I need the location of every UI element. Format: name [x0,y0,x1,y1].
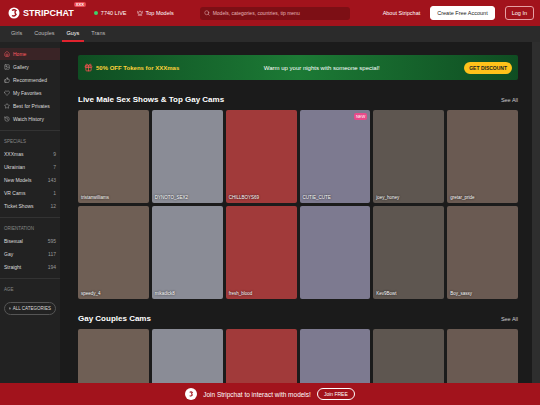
promo-tagline: Warm up your nights with someone special… [187,65,456,71]
logo-icon [8,7,20,19]
sidebar-item-icon [4,103,10,109]
model-card[interactable]: mikadick8 [152,206,223,299]
promo-banner[interactable]: 50% OFF Tokens for XXXmas Warm up your ni… [78,55,518,80]
model-name: speedy_4 [81,291,101,296]
sidebar-item-icon [4,90,10,96]
join-free-button[interactable]: Join FREE [317,388,355,400]
sidebar-item[interactable]: Watch History [0,113,60,125]
model-name: DYNOTO_SEX2 [155,195,188,200]
sidebar: HomeGalleryRecommendedMy FavoritesBest f… [0,42,60,405]
tab[interactable]: Girls [6,26,27,42]
search-icon [204,10,210,16]
new-badge: NEW [354,113,367,120]
model-name: tristanwilliams [81,195,109,200]
model-card[interactable]: NEW CUTIE_CUTE [300,110,371,203]
model-name: joey_honey [376,195,399,200]
sidebar-group-title: ORIENTATION [0,217,60,234]
join-bar: Join Stripchat to interact with models! J… [0,383,540,405]
model-name: CHILLBOYS69 [229,195,259,200]
sidebar-item[interactable]: Best for Privates [0,100,60,112]
model-card[interactable]: DYNOTO_SEX2 [152,110,223,203]
section-title: Gay Couples Cams [78,314,151,323]
sidebar-category[interactable]: New Models143 [0,174,60,186]
model-card[interactable]: gretar_pride [447,110,518,203]
crown-icon [137,10,143,16]
sidebar-category[interactable]: Straight194 [0,261,60,273]
all-categories-button[interactable]: ALL CATEGORIES [4,302,56,315]
logo-badge: XXX [74,2,86,7]
sidebar-item[interactable]: My Favorites [0,87,60,99]
sidebar-group-title: AGE [0,278,60,295]
model-card[interactable] [300,206,371,299]
model-card[interactable]: tristanwilliams [78,110,149,203]
section-title: Live Male Sex Shows & Top Gay Cams [78,95,224,104]
model-card[interactable]: Kev9Bowt [373,206,444,299]
model-card[interactable]: Boy_sassy [447,206,518,299]
about-link[interactable]: About Stripchat [383,10,421,16]
model-name: Kev9Bowt [376,291,396,296]
model-name: gretar_pride [450,195,474,200]
sidebar-item-icon [4,64,10,70]
tab[interactable]: Guys [62,26,85,42]
live-dot-icon [94,11,98,15]
model-name: CUTIE_CUTE [303,195,331,200]
top-models-link[interactable]: Top Models [137,10,174,16]
model-grid: tristanwilliams DYNOTO_SEX2 CHILLBOYS69 NEW… [78,110,518,299]
grid-icon [9,306,11,311]
model-name: mikadick8 [155,291,175,296]
tab-bar: GirlsCouplesGuysTrans [0,26,540,42]
page: STRIPCHATXXX 7740 LIVE Top Models Models, c… [0,0,540,405]
logo[interactable]: STRIPCHATXXX [8,7,74,19]
model-card[interactable]: fresh_blood [226,206,297,299]
sidebar-category[interactable]: Ukrainian7 [0,161,60,173]
model-name: Boy_sassy [450,291,472,296]
sidebar-group-title: SPECIALS [0,130,60,147]
sidebar-item[interactable]: Home [0,48,60,60]
top-bar: STRIPCHATXXX 7740 LIVE Top Models Models, c… [0,0,540,26]
sidebar-item[interactable]: Gallery [0,61,60,73]
tab[interactable]: Couples [29,26,59,42]
main-content: 50% OFF Tokens for XXXmas Warm up your ni… [60,42,540,405]
tab[interactable]: Trans [86,26,110,42]
sidebar-category[interactable]: Gay117 [0,248,60,260]
get-discount-button[interactable]: GET DISCOUNT [464,62,512,74]
model-card[interactable]: joey_honey [373,110,444,203]
join-logo-icon [185,388,197,400]
section-header: Gay Couples Cams See All [78,314,518,323]
search-field[interactable]: Models, categories, countries, tip menu [200,7,350,20]
sidebar-category[interactable]: XXXmas9 [0,148,60,160]
section-header: Live Male Sex Shows & Top Gay Cams See Al… [78,95,518,104]
sidebar-item[interactable]: Recommended [0,74,60,86]
model-card[interactable]: CHILLBOYS69 [226,110,297,203]
sidebar-item-icon [4,77,10,83]
see-all-link[interactable]: See All [501,97,518,103]
gift-icon [84,63,93,72]
sidebar-item-icon [4,51,10,57]
create-account-button[interactable]: Create Free Account [430,6,494,20]
promo-offer: 50% OFF Tokens for XXXmas [84,63,179,72]
model-card[interactable]: speedy_4 [78,206,149,299]
live-count[interactable]: 7740 LIVE [94,10,127,16]
sidebar-category[interactable]: Bisexual595 [0,235,60,247]
join-text: Join Stripchat to interact with models! [203,391,311,398]
sidebar-item-icon [4,116,10,122]
login-button[interactable]: Log In [505,6,534,20]
see-all-link[interactable]: See All [501,316,518,322]
sidebar-category[interactable]: VR Cams1 [0,187,60,199]
model-name: fresh_blood [229,291,253,296]
sidebar-category[interactable]: Ticket Shows12 [0,200,60,212]
